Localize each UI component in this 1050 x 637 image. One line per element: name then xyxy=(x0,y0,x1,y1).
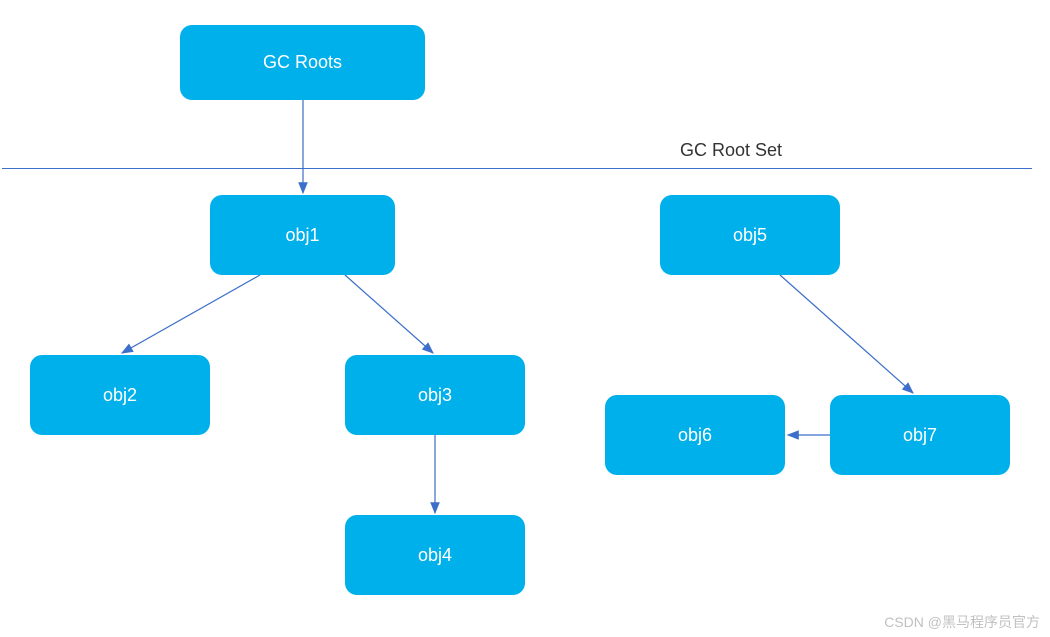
obj6-node: obj6 xyxy=(605,395,785,475)
obj2-text: obj2 xyxy=(103,385,137,406)
obj5-text: obj5 xyxy=(733,225,767,246)
arrows-layer xyxy=(0,0,1050,637)
obj6-text: obj6 xyxy=(678,425,712,446)
obj7-text: obj7 xyxy=(903,425,937,446)
obj2-node: obj2 xyxy=(30,355,210,435)
obj7-node: obj7 xyxy=(830,395,1010,475)
obj1-node: obj1 xyxy=(210,195,395,275)
obj4-text: obj4 xyxy=(418,545,452,566)
gc-roots-text: GC Roots xyxy=(263,52,342,73)
watermark: CSDN @黑马程序员官方 xyxy=(884,612,1040,632)
obj3-text: obj3 xyxy=(418,385,452,406)
obj1-text: obj1 xyxy=(285,225,319,246)
gc-root-set-divider xyxy=(2,168,1032,169)
obj5-node: obj5 xyxy=(660,195,840,275)
gc-roots-node: GC Roots xyxy=(180,25,425,100)
obj3-node: obj3 xyxy=(345,355,525,435)
gc-root-set-label: GC Root Set xyxy=(680,140,782,161)
obj4-node: obj4 xyxy=(345,515,525,595)
